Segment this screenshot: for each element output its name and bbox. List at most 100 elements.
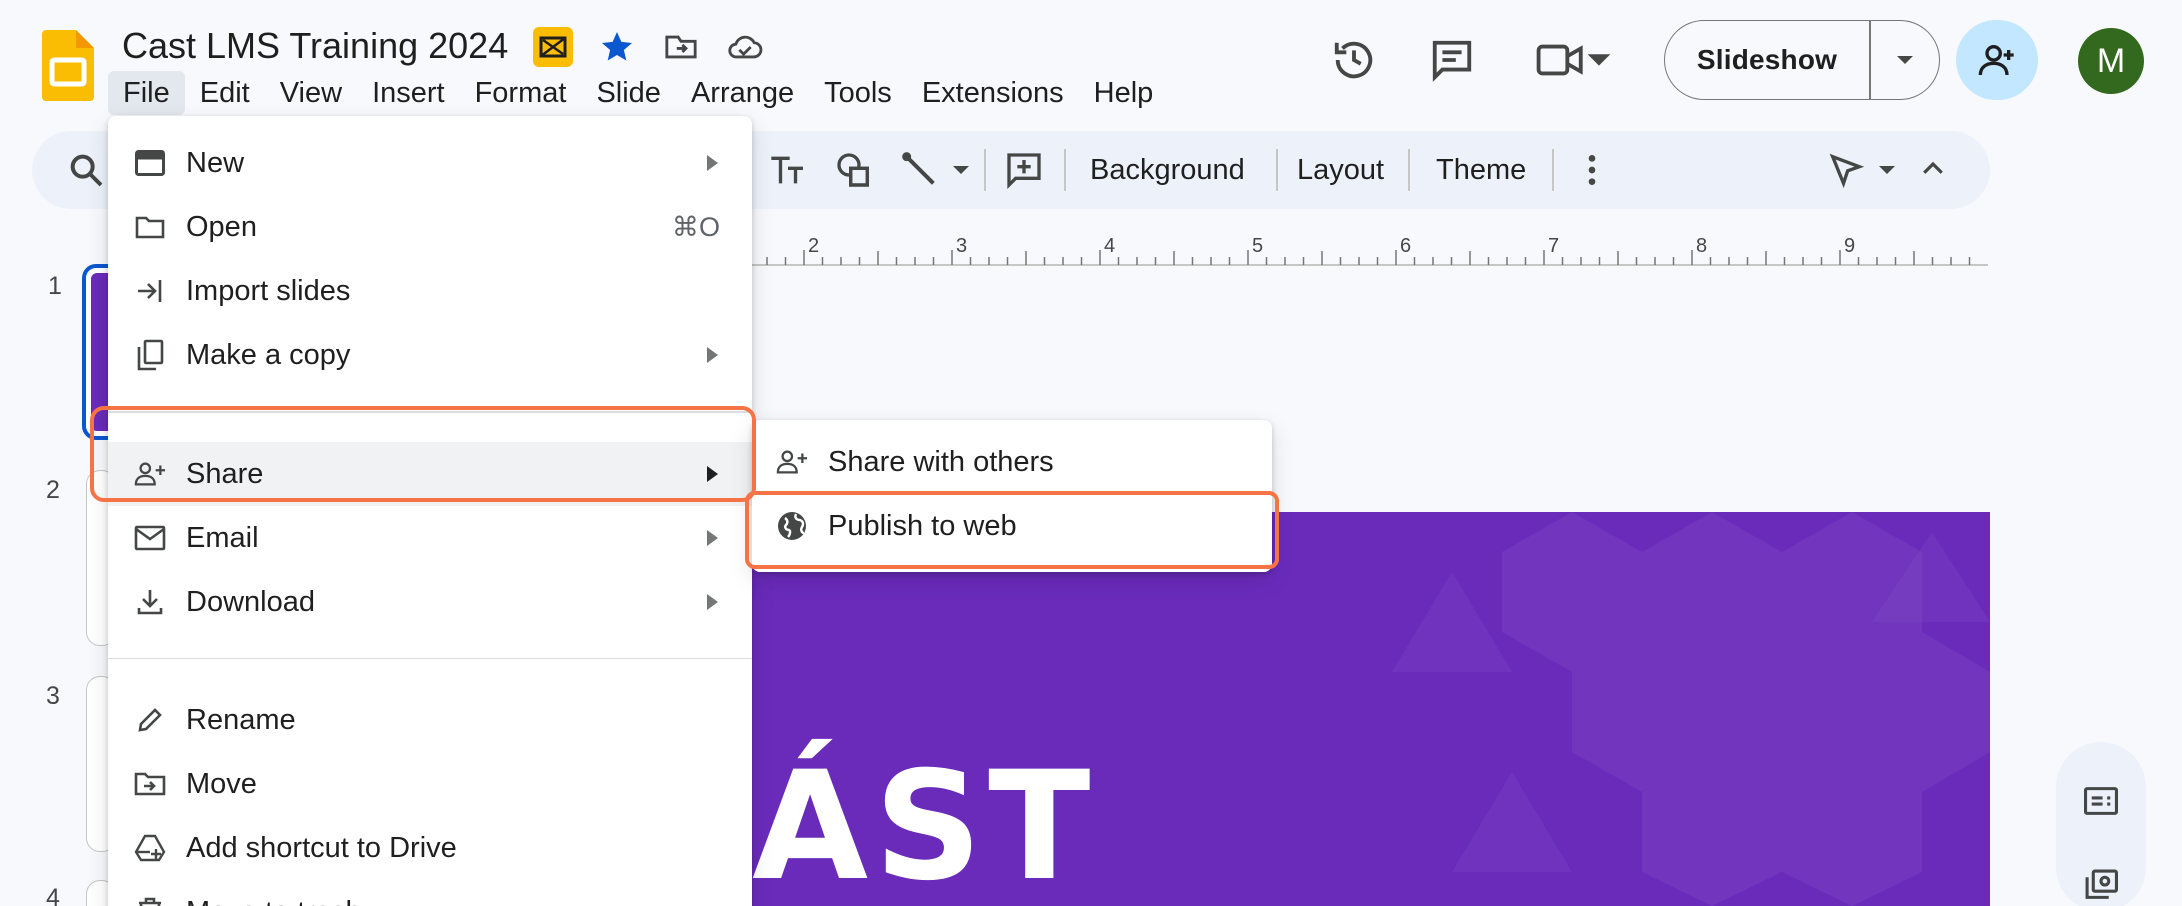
menu-item-move[interactable]: Move (108, 752, 752, 816)
menu-item-import-slides[interactable]: Import slides (108, 259, 752, 323)
slides-logo-icon[interactable] (42, 30, 94, 101)
menu-item-label: Rename (186, 704, 296, 736)
slide-logo-text: ÁST (752, 740, 1097, 906)
slide-number-3: 3 (46, 682, 60, 710)
import-icon (134, 275, 166, 307)
line-dropdown-caret-icon[interactable] (952, 164, 970, 176)
submenu-arrow-icon (707, 347, 718, 363)
file-menu: New Open ⌘O Import slides Make a copy Sh… (108, 116, 752, 906)
menu-item-share[interactable]: Share (108, 441, 752, 506)
menu-format[interactable]: Format (460, 71, 582, 115)
menu-item-download[interactable]: Download (108, 570, 752, 634)
keyboard-shortcut: ⌘O (671, 212, 720, 242)
menu-edit[interactable]: Edit (185, 71, 265, 115)
copy-icon (134, 339, 166, 371)
text-format-icon[interactable] (768, 150, 808, 190)
select-dropdown-caret-icon[interactable] (1878, 164, 1896, 176)
slideshow-label[interactable]: Slideshow (1665, 44, 1869, 76)
menu-file[interactable]: File (108, 71, 185, 115)
ruler-label: 6 (1400, 235, 1411, 257)
ruler-label: 7 (1548, 235, 1559, 257)
menu-item-share-with-others[interactable]: Share with others (752, 430, 1272, 494)
menu-tools[interactable]: Tools (809, 71, 907, 115)
menu-arrange[interactable]: Arrange (676, 71, 809, 115)
menu-item-label: Import slides (186, 275, 351, 307)
avatar[interactable]: M (2078, 28, 2144, 94)
share-person-icon (134, 458, 166, 490)
menu-item-rename[interactable]: Rename (108, 688, 752, 752)
share-person-icon (776, 446, 808, 478)
menu-item-label: Add shortcut to Drive (186, 832, 457, 864)
collapse-toolbar-icon[interactable] (1918, 154, 1948, 184)
menu-divider (108, 411, 752, 413)
slide-number-4: 4 (46, 884, 60, 906)
submenu-arrow-icon (707, 155, 718, 171)
share-submenu: Share with others Publish to web (752, 420, 1272, 572)
theme-button[interactable]: Theme (1436, 131, 1526, 209)
meet-icon[interactable] (1530, 30, 1620, 90)
menu-item-new[interactable]: New (108, 131, 752, 195)
more-options-icon[interactable] (1578, 150, 1606, 190)
horizontal-ruler: 2 3 4 5 6 7 8 9 (752, 235, 1988, 266)
ruler-label: 3 (956, 235, 967, 257)
add-comment-icon[interactable] (1004, 150, 1044, 190)
caret-down-icon (1896, 56, 1913, 64)
share-button[interactable] (1956, 20, 2038, 100)
slideshow-dropdown[interactable] (1871, 54, 1939, 66)
menu-slide[interactable]: Slide (581, 71, 676, 115)
menu-item-open[interactable]: Open ⌘O (108, 195, 752, 259)
menu-item-move-to-trash[interactable]: Move to trash (108, 880, 752, 906)
speaker-notes-icon[interactable] (2082, 784, 2120, 818)
new-slides-icon (134, 147, 166, 179)
menu-bar: File Edit View Insert Format Slide Arran… (108, 71, 1168, 115)
menu-item-publish-to-web[interactable]: Publish to web (752, 494, 1272, 558)
menu-insert[interactable]: Insert (357, 71, 460, 115)
ruler-label: 5 (1252, 235, 1263, 257)
drive-shortcut-icon (134, 832, 166, 864)
slide-number-1: 1 (48, 272, 62, 300)
toolbar-divider (1064, 149, 1066, 191)
download-icon (134, 586, 166, 618)
menu-item-add-shortcut[interactable]: Add shortcut to Drive (108, 816, 752, 880)
trash-icon (134, 896, 166, 906)
menu-divider (108, 657, 752, 659)
menu-item-label: Open (186, 211, 257, 243)
menu-view[interactable]: View (265, 71, 357, 115)
background-button[interactable]: Background (1090, 131, 1245, 209)
version-history-icon[interactable] (1324, 30, 1384, 90)
select-cursor-icon[interactable] (1826, 150, 1866, 190)
add-person-icon (1978, 45, 2014, 76)
move-folder-icon (134, 768, 166, 800)
menu-item-label: Share (186, 457, 264, 490)
menu-item-label: Email (186, 521, 259, 554)
menu-item-email[interactable]: Email (108, 506, 752, 570)
menu-item-label: Share with others (828, 446, 1054, 478)
line-icon[interactable] (900, 150, 940, 190)
submenu-arrow-icon (707, 593, 718, 610)
layout-button[interactable]: Layout (1297, 131, 1384, 209)
slideshow-button[interactable]: Slideshow (1664, 20, 1940, 100)
menu-help[interactable]: Help (1079, 71, 1169, 115)
comments-icon[interactable] (1422, 30, 1482, 90)
menu-item-label: Publish to web (828, 510, 1017, 542)
slide-copy-icon[interactable] (2082, 868, 2120, 902)
ruler-label: 9 (1844, 235, 1855, 257)
toolbar-divider (1552, 149, 1554, 191)
move-folder-icon[interactable] (660, 26, 702, 68)
ruler-label: 4 (1104, 235, 1115, 257)
menu-item-make-a-copy[interactable]: Make a copy (108, 323, 752, 387)
document-title[interactable]: Cast LMS Training 2024 (122, 22, 508, 70)
submenu-arrow-icon (707, 465, 718, 482)
cloud-saved-icon[interactable] (724, 26, 766, 68)
toolbar-divider (984, 149, 986, 191)
slides-offline-icon[interactable] (532, 26, 574, 68)
toolbar-divider (1408, 149, 1410, 191)
menu-extensions[interactable]: Extensions (907, 71, 1079, 115)
star-icon[interactable] (596, 26, 638, 68)
toolbar-divider (1276, 149, 1278, 191)
search-icon[interactable] (66, 150, 106, 190)
shape-icon[interactable] (834, 150, 874, 190)
ruler-label: 8 (1696, 235, 1707, 257)
pencil-icon (134, 704, 166, 736)
menu-item-label: Move (186, 768, 257, 800)
